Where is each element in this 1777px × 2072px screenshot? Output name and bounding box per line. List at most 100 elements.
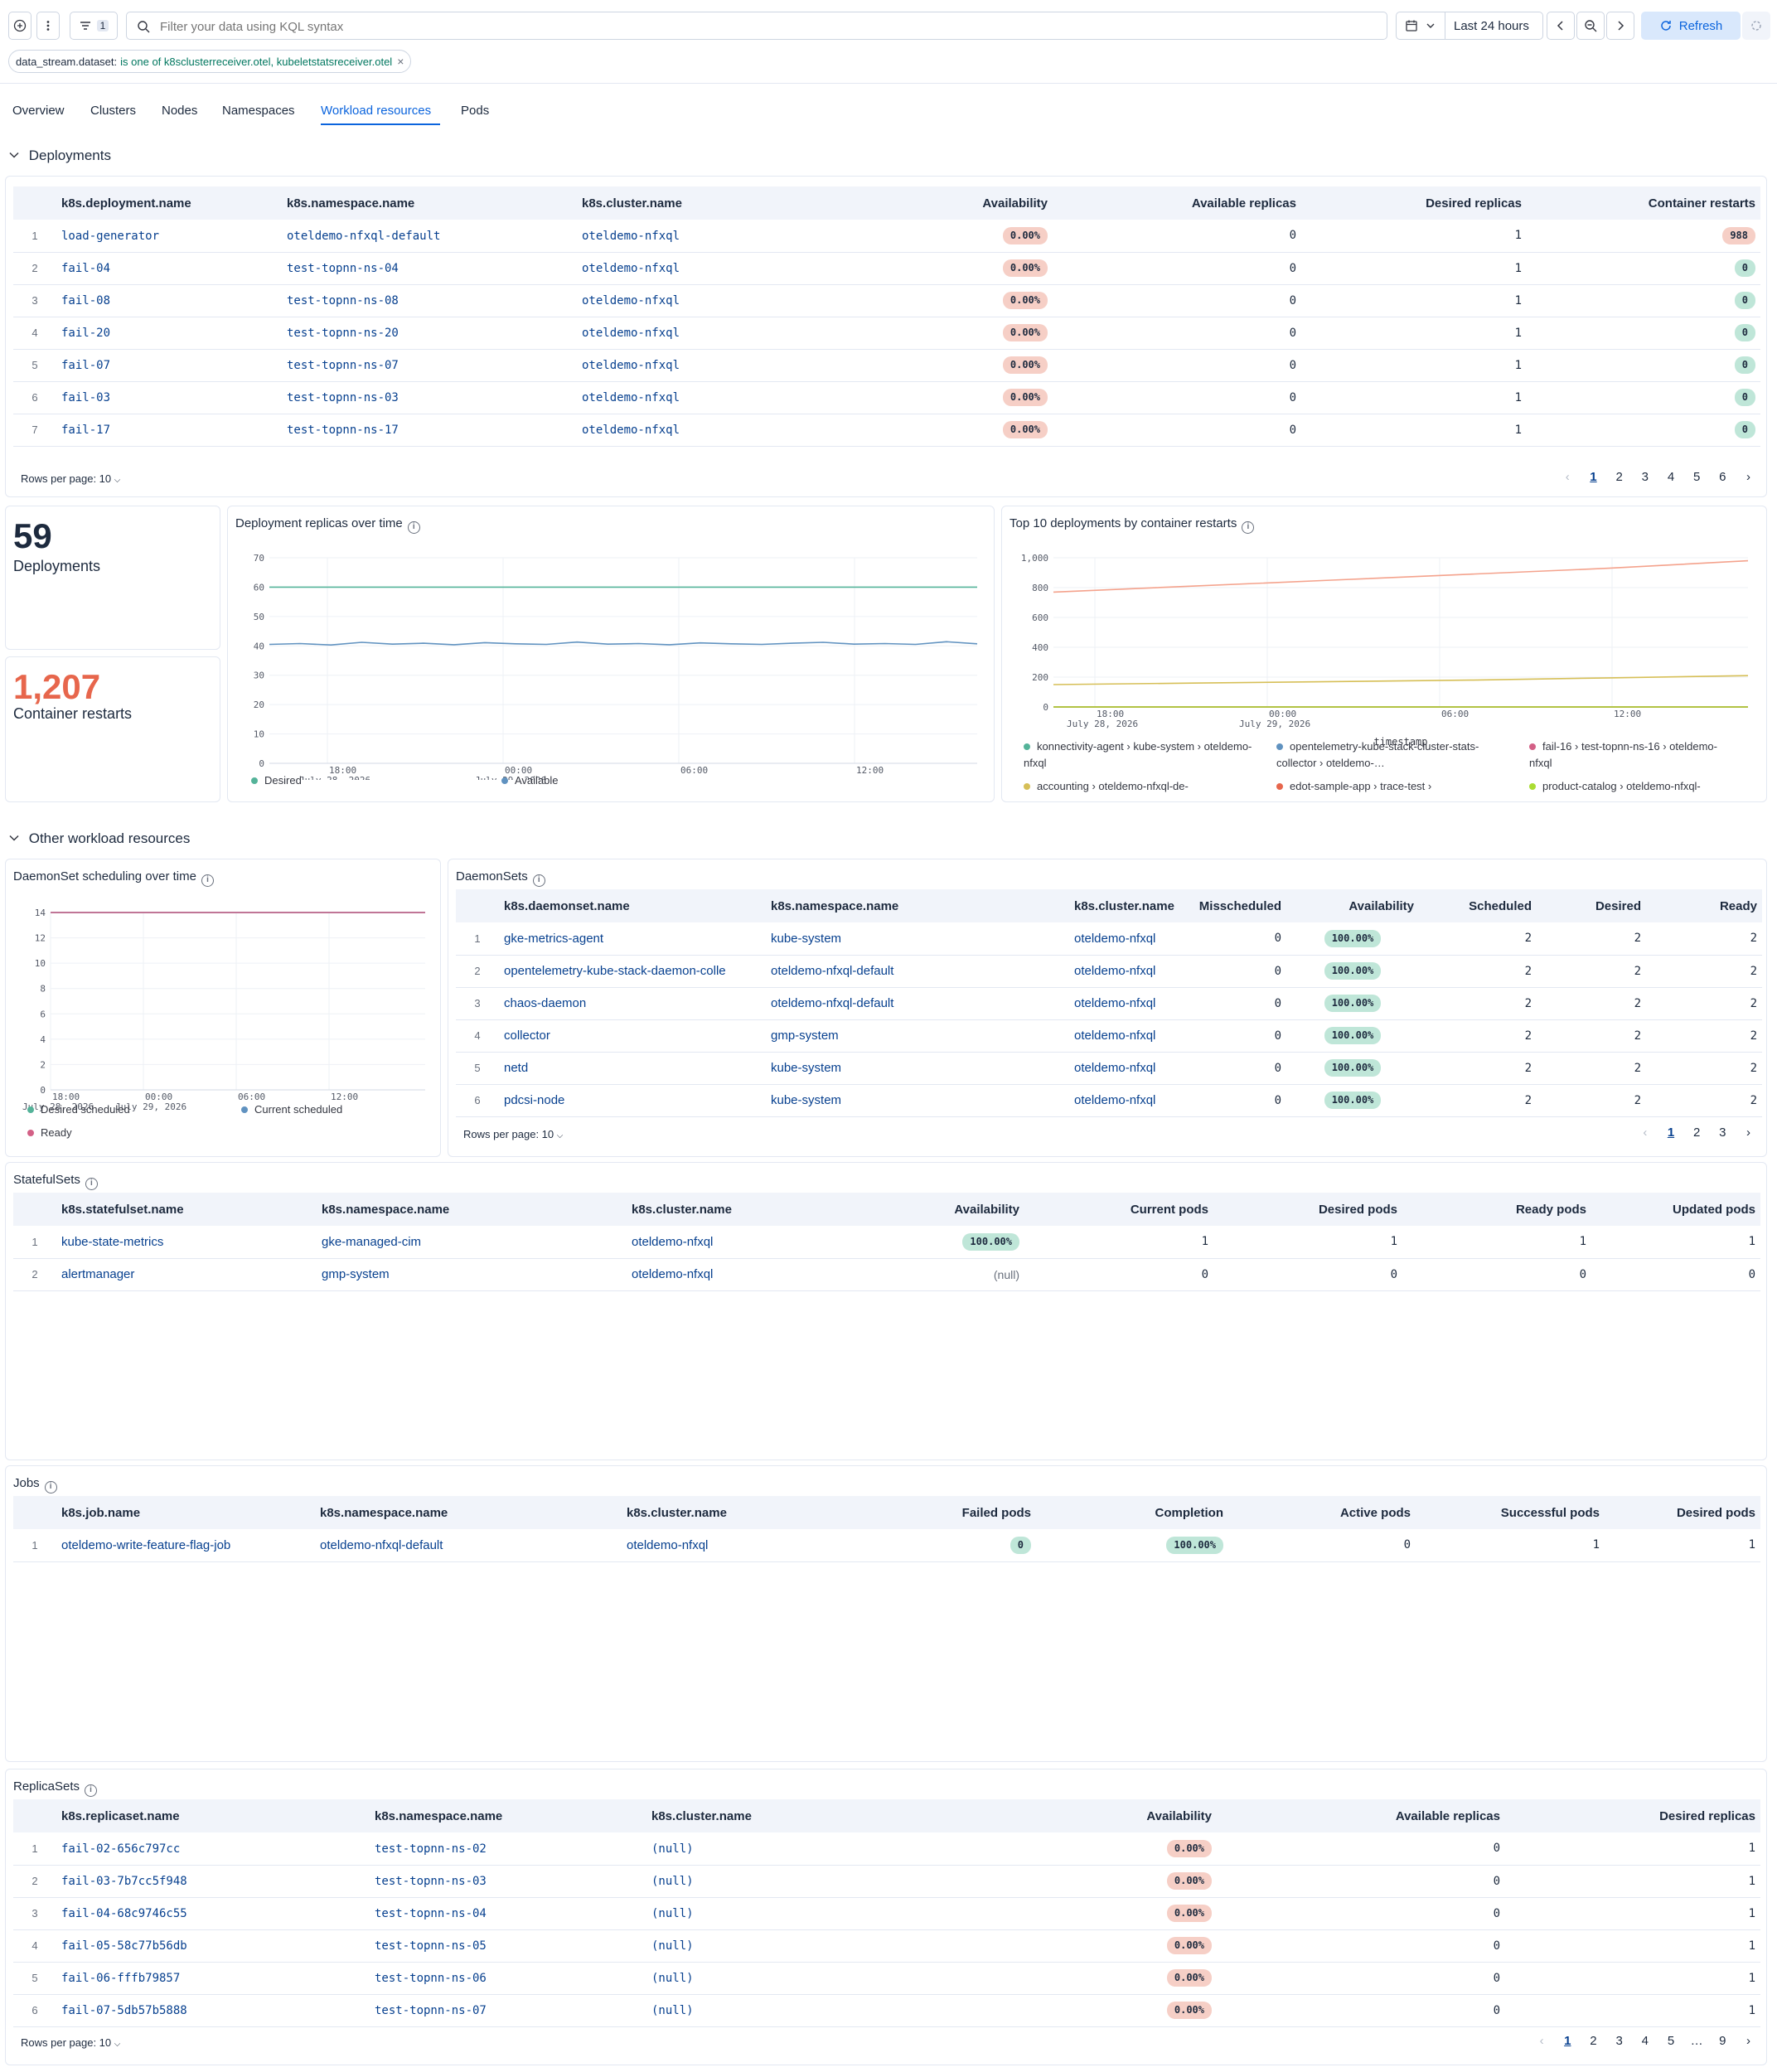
col-desired-pods[interactable]: Desired pods	[1213, 1193, 1402, 1226]
col-availability[interactable]: Availability	[945, 186, 1053, 220]
cluster-link[interactable]: (null)	[646, 1994, 978, 2027]
search-input[interactable]	[160, 17, 1370, 36]
namespace-link[interactable]: test-topnn-ns-03	[282, 381, 577, 414]
replicaset-link[interactable]: fail-05-58c77b56db	[56, 1929, 370, 1963]
filter-count-button[interactable]: 1	[70, 12, 118, 40]
tab-namespaces[interactable]: Namespaces	[222, 104, 295, 118]
col-container-restarts[interactable]: Container restarts	[1527, 186, 1760, 220]
namespace-link[interactable]: test-topnn-ns-04	[370, 1897, 646, 1930]
other-section-toggle[interactable]: Other workload resources	[8, 830, 190, 847]
next-page-button[interactable]: ›	[1737, 2034, 1760, 2048]
daemonset-link[interactable]: collector	[499, 1019, 766, 1053]
zoom-out-button[interactable]	[1576, 12, 1605, 40]
col-desired[interactable]: Desired	[1537, 889, 1646, 922]
namespace-link[interactable]: test-topnn-ns-07	[370, 1994, 646, 2027]
cluster-link[interactable]: (null)	[646, 1929, 978, 1963]
col-cluster[interactable]: k8s.cluster.name	[646, 1799, 978, 1832]
deployment-link[interactable]: load-generator	[56, 220, 282, 253]
daemonset-link[interactable]: netd	[499, 1052, 766, 1085]
auto-refresh-button[interactable]	[1742, 12, 1770, 40]
cluster-link[interactable]: oteldemo-nfxql	[577, 284, 945, 317]
filter-pill[interactable]: data_stream.dataset: is one of k8scluste…	[8, 50, 412, 73]
page-button[interactable]: 4	[1659, 470, 1682, 484]
col-daemonset-name[interactable]: k8s.daemonset.name	[499, 889, 766, 922]
namespace-link[interactable]: oteldemo-nfxql-default	[766, 955, 1069, 988]
page-button[interactable]: 9	[1712, 2034, 1734, 2048]
namespace-link[interactable]: oteldemo-nfxql-default	[766, 987, 1069, 1020]
col-scheduled[interactable]: Scheduled	[1419, 889, 1537, 922]
namespace-link[interactable]: test-topnn-ns-20	[282, 317, 577, 350]
cluster-link[interactable]: oteldemo-nfxql	[1069, 987, 1190, 1020]
deployment-link[interactable]: fail-17	[56, 414, 282, 447]
col-job-name[interactable]: k8s.job.name	[56, 1496, 315, 1529]
daemonset-link[interactable]: gke-metrics-agent	[499, 922, 766, 956]
page-button[interactable]: 5	[1659, 2034, 1682, 2048]
namespace-link[interactable]: test-topnn-ns-08	[282, 284, 577, 317]
namespace-link[interactable]: gmp-system	[317, 1258, 627, 1291]
col-desired-replicas[interactable]: Desired replicas	[1301, 186, 1527, 220]
col-statefulset-name[interactable]: k8s.statefulset.name	[56, 1193, 317, 1226]
deployment-link[interactable]: fail-04	[56, 252, 282, 285]
next-time-button[interactable]	[1606, 12, 1634, 40]
namespace-link[interactable]: test-topnn-ns-02	[370, 1832, 646, 1866]
daemonset-link[interactable]: opentelemetry-kube-stack-daemon-colle	[499, 955, 766, 988]
add-filter-button[interactable]	[8, 12, 31, 40]
namespace-link[interactable]: test-topnn-ns-06	[370, 1962, 646, 1995]
col-desired-pods[interactable]: Desired pods	[1605, 1496, 1760, 1529]
cluster-link[interactable]: oteldemo-nfxql	[1069, 1084, 1190, 1117]
tab-clusters[interactable]: Clusters	[90, 104, 136, 118]
prev-page-button[interactable]: ‹	[1531, 2034, 1553, 2048]
col-cluster[interactable]: k8s.cluster.name	[1069, 889, 1190, 922]
namespace-link[interactable]: test-topnn-ns-07	[282, 349, 577, 382]
info-icon[interactable]: i	[85, 1784, 98, 1797]
col-misscheduled[interactable]: Misscheduled	[1190, 889, 1286, 922]
legend-item[interactable]: product-catalog › oteldemo-nfxql-	[1529, 778, 1701, 795]
col-updated-pods[interactable]: Updated pods	[1591, 1193, 1760, 1226]
page-button[interactable]: 1	[1582, 470, 1605, 484]
info-icon[interactable]: i	[85, 1178, 98, 1190]
tab-workload-resources[interactable]: Workload resources	[321, 104, 431, 118]
legend-item[interactable]: accounting › oteldemo-nfxql-de-	[1024, 778, 1189, 795]
col-successful-pods[interactable]: Successful pods	[1416, 1496, 1605, 1529]
namespace-link[interactable]: test-topnn-ns-03	[370, 1865, 646, 1898]
namespace-link[interactable]: test-topnn-ns-17	[282, 414, 577, 447]
namespace-link[interactable]: kube-system	[766, 1052, 1069, 1085]
col-active-pods[interactable]: Active pods	[1228, 1496, 1416, 1529]
page-button[interactable]: 1	[1659, 1126, 1682, 1140]
legend-item[interactable]: Ready	[27, 1126, 72, 1139]
legend-item[interactable]: edot-sample-app › trace-test ›	[1276, 778, 1431, 795]
col-availability[interactable]: Availability	[834, 1193, 1024, 1226]
col-available-replicas[interactable]: Available replicas	[1217, 1799, 1505, 1832]
remove-filter-icon[interactable]: ×	[397, 55, 404, 68]
col-deployment-name[interactable]: k8s.deployment.name	[56, 186, 282, 220]
tab-nodes[interactable]: Nodes	[162, 104, 197, 118]
col-completion[interactable]: Completion	[1036, 1496, 1228, 1529]
legend-item[interactable]: Desired	[251, 774, 302, 787]
prev-page-button[interactable]: ‹	[1634, 1126, 1656, 1140]
cluster-link[interactable]: (null)	[646, 1832, 978, 1866]
col-namespace[interactable]: k8s.namespace.name	[282, 186, 577, 220]
namespace-link[interactable]: oteldemo-nfxql-default	[315, 1529, 622, 1562]
cluster-link[interactable]: oteldemo-nfxql	[577, 317, 945, 350]
replicaset-link[interactable]: fail-03-7b7cc5f948	[56, 1865, 370, 1898]
namespace-link[interactable]: kube-system	[766, 922, 1069, 956]
cluster-link[interactable]: oteldemo-nfxql	[577, 252, 945, 285]
legend-item[interactable]: Available	[501, 774, 559, 787]
cluster-link[interactable]: oteldemo-nfxql	[1069, 1052, 1190, 1085]
prev-page-button[interactable]: ‹	[1557, 470, 1579, 484]
page-button[interactable]: 2	[1686, 1126, 1708, 1140]
cluster-link[interactable]: oteldemo-nfxql	[627, 1258, 834, 1291]
info-icon[interactable]: i	[532, 874, 545, 887]
namespace-link[interactable]: test-topnn-ns-04	[282, 252, 577, 285]
legend-item[interactable]: konnectivity-agent › kube-system › oteld…	[1024, 738, 1264, 772]
col-availability[interactable]: Availability	[978, 1799, 1217, 1832]
col-ready[interactable]: Ready	[1646, 889, 1762, 922]
date-picker[interactable]: Last 24 hours	[1396, 12, 1543, 40]
prev-time-button[interactable]	[1547, 12, 1575, 40]
col-namespace[interactable]: k8s.namespace.name	[315, 1496, 622, 1529]
page-button[interactable]: 3	[1712, 1126, 1734, 1140]
cluster-link[interactable]: oteldemo-nfxql	[1069, 922, 1190, 956]
col-ready-pods[interactable]: Ready pods	[1402, 1193, 1591, 1226]
col-available-replicas[interactable]: Available replicas	[1053, 186, 1301, 220]
next-page-button[interactable]: ›	[1737, 1126, 1760, 1140]
